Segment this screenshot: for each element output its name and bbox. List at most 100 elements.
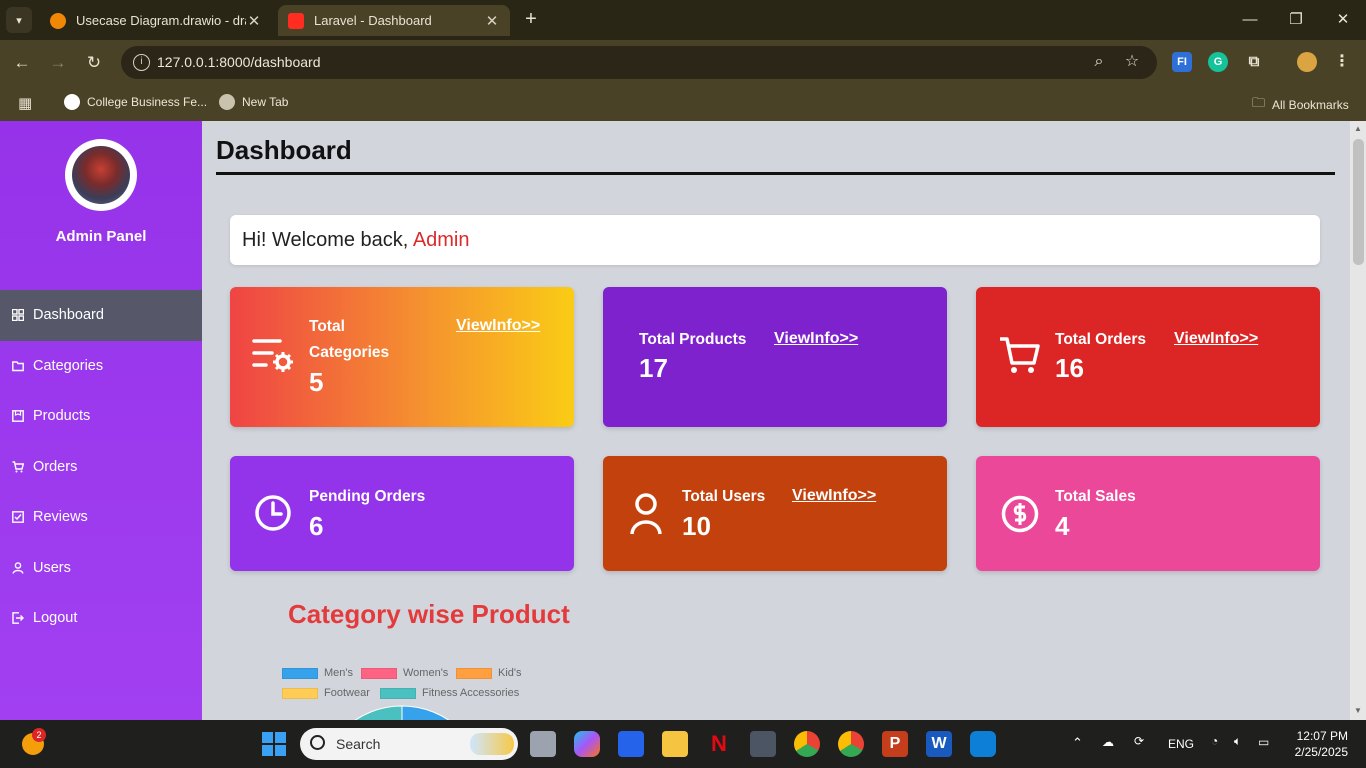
file-explorer-icon[interactable] bbox=[662, 731, 688, 757]
search-icon bbox=[310, 735, 325, 750]
copilot-icon[interactable] bbox=[574, 731, 600, 757]
restore-icon[interactable]: ❐ bbox=[1284, 8, 1308, 32]
legend-item[interactable]: Kid's bbox=[456, 667, 522, 679]
sidebar-item-label: Orders bbox=[33, 458, 78, 475]
view-info-link[interactable]: ViewInfo>> bbox=[1174, 330, 1258, 348]
tab-usecase-diagram[interactable]: Usecase Diagram.drawio - draw ✕ bbox=[40, 5, 272, 36]
laravel-favicon-icon bbox=[288, 12, 304, 29]
sidebar-item-label: Logout bbox=[33, 610, 78, 627]
bookmark-label: New Tab bbox=[242, 95, 289, 109]
view-info-link[interactable]: ViewInfo>> bbox=[774, 330, 858, 348]
pie-slice[interactable] bbox=[332, 705, 403, 720]
review-icon bbox=[12, 511, 24, 524]
windows-taskbar: 2 Search N P W ⌃ ☁ ⟳ ENG ◔ 🔈︎ ▭ 12:07 PM… bbox=[0, 720, 1366, 768]
address-bar[interactable]: i 127.0.0.1:8000/dashboard ⌕ ☆ bbox=[121, 46, 1157, 79]
admin-avatar bbox=[65, 139, 137, 211]
card-label: Total bbox=[309, 318, 345, 335]
bookmark-label: College Business Fe... bbox=[87, 95, 208, 109]
legend-swatch bbox=[380, 687, 416, 699]
clock-time[interactable]: 12:07 PM bbox=[1296, 729, 1348, 743]
tab-laravel-dashboard[interactable]: Laravel - Dashboard ✕ bbox=[278, 5, 510, 36]
all-bookmarks[interactable]: 🗀 All Bookmarks bbox=[1252, 94, 1349, 116]
forward-arrow-icon[interactable]: → bbox=[46, 51, 70, 75]
chrome-profile-icon[interactable] bbox=[794, 731, 820, 757]
bookmark-star-icon[interactable]: ☆ bbox=[1122, 52, 1142, 72]
legend-item[interactable]: Women's bbox=[361, 667, 448, 679]
clock-date[interactable]: 2/25/2025 bbox=[1286, 745, 1348, 759]
reload-icon[interactable]: ↻ bbox=[82, 51, 106, 75]
store-icon[interactable] bbox=[618, 731, 644, 757]
legend-item[interactable]: Footwear bbox=[282, 687, 370, 699]
view-info-link[interactable]: ViewInfo>> bbox=[456, 317, 540, 335]
close-tab-icon[interactable]: ✕ bbox=[246, 12, 262, 30]
sidebar-item-label: Categories bbox=[33, 357, 104, 374]
sidebar-item-products[interactable]: Products bbox=[0, 391, 202, 442]
word-icon[interactable]: W bbox=[926, 731, 952, 757]
volume-icon[interactable]: 🔈︎ bbox=[1234, 734, 1241, 749]
close-tab-icon[interactable]: ✕ bbox=[484, 12, 500, 30]
sidebar-item-categories[interactable]: Categories bbox=[0, 341, 202, 392]
folder-icon bbox=[12, 361, 24, 371]
taskbar-search[interactable]: Search bbox=[300, 728, 518, 760]
legend-item[interactable]: Men's bbox=[282, 667, 353, 679]
legend-swatch bbox=[361, 667, 397, 679]
scrollbar-thumb[interactable] bbox=[1353, 139, 1364, 265]
chrome-icon[interactable] bbox=[838, 731, 864, 757]
grammarly-icon[interactable]: G bbox=[1208, 52, 1228, 72]
task-view-icon[interactable] bbox=[530, 731, 556, 757]
onedrive-icon[interactable]: ☁ bbox=[1102, 735, 1114, 749]
pie-chart bbox=[332, 705, 486, 720]
language-indicator[interactable]: ENG bbox=[1168, 737, 1194, 751]
profile-avatar-icon[interactable] bbox=[1297, 52, 1317, 72]
extension-fi-icon[interactable]: FI bbox=[1172, 52, 1192, 72]
card-label: Pending Orders bbox=[309, 488, 426, 505]
sidebar-item-orders[interactable]: Orders bbox=[0, 442, 202, 493]
close-window-icon[interactable]: ✕ bbox=[1331, 8, 1355, 32]
bookmark-new-tab[interactable]: New Tab bbox=[219, 94, 288, 110]
windows-start-icon[interactable] bbox=[262, 732, 286, 756]
url-text[interactable]: 127.0.0.1:8000/dashboard bbox=[157, 54, 320, 70]
apps-grid-icon[interactable]: ▦ bbox=[18, 94, 32, 112]
battery-icon[interactable]: ▭ bbox=[1258, 735, 1269, 749]
powerpoint-icon[interactable]: P bbox=[882, 731, 908, 757]
bookmark-college-business[interactable]: College Business Fe... bbox=[64, 94, 207, 110]
user-icon bbox=[630, 493, 662, 535]
welcome-banner: Hi! Welcome back, Admin bbox=[230, 215, 1320, 265]
new-tab-plus-icon[interactable]: + bbox=[520, 8, 542, 30]
card-value: 17 bbox=[639, 353, 668, 383]
sidebar-item-reviews[interactable]: Reviews bbox=[0, 492, 202, 543]
sidebar-item-users[interactable]: Users bbox=[0, 543, 202, 594]
title-divider bbox=[216, 172, 1335, 175]
all-bookmarks-label: All Bookmarks bbox=[1272, 98, 1349, 112]
netflix-icon[interactable]: N bbox=[706, 731, 732, 757]
minimize-icon[interactable]: — bbox=[1238, 8, 1262, 32]
card-label: Total Orders bbox=[1055, 331, 1147, 348]
wifi-icon[interactable]: ◔ bbox=[1211, 734, 1218, 748]
sidebar-item-logout[interactable]: Logout bbox=[0, 593, 202, 644]
site-info-icon[interactable]: i bbox=[133, 54, 150, 71]
tab-search-chevron-icon[interactable]: ▾ bbox=[6, 7, 32, 33]
dollar-icon bbox=[1001, 495, 1039, 533]
back-arrow-icon[interactable]: ← bbox=[10, 51, 34, 75]
sync-icon[interactable]: ⟳ bbox=[1134, 734, 1144, 748]
pie-slice[interactable] bbox=[401, 705, 486, 720]
game-icon[interactable] bbox=[750, 731, 776, 757]
legend-item[interactable]: Fitness Accessories bbox=[380, 687, 519, 699]
vscode-icon[interactable] bbox=[970, 731, 996, 757]
legend-swatch bbox=[456, 667, 492, 679]
sidebar-item-label: Products bbox=[33, 408, 91, 425]
scroll-up-icon[interactable]: ▲ bbox=[1353, 124, 1363, 133]
card-label: Total Users bbox=[682, 488, 766, 505]
sidebar-item-dashboard[interactable]: Dashboard bbox=[0, 290, 202, 341]
scroll-down-icon[interactable]: ▼ bbox=[1353, 706, 1363, 715]
page-scrollbar[interactable]: ▲ ▼ bbox=[1350, 121, 1366, 720]
more-menu-icon[interactable]: ⋮ bbox=[1332, 52, 1352, 72]
view-info-link[interactable]: ViewInfo>> bbox=[792, 487, 876, 505]
legend-label: Men's bbox=[324, 667, 353, 679]
card-value: 16 bbox=[1055, 353, 1084, 383]
tray-chevron-icon[interactable]: ⌃ bbox=[1072, 735, 1083, 751]
zoom-search-icon[interactable]: ⌕ bbox=[1089, 52, 1109, 72]
extensions-puzzle-icon[interactable]: ⧉ bbox=[1244, 52, 1264, 72]
card-value: 5 bbox=[309, 367, 324, 397]
search-highlight-icon bbox=[470, 733, 514, 755]
